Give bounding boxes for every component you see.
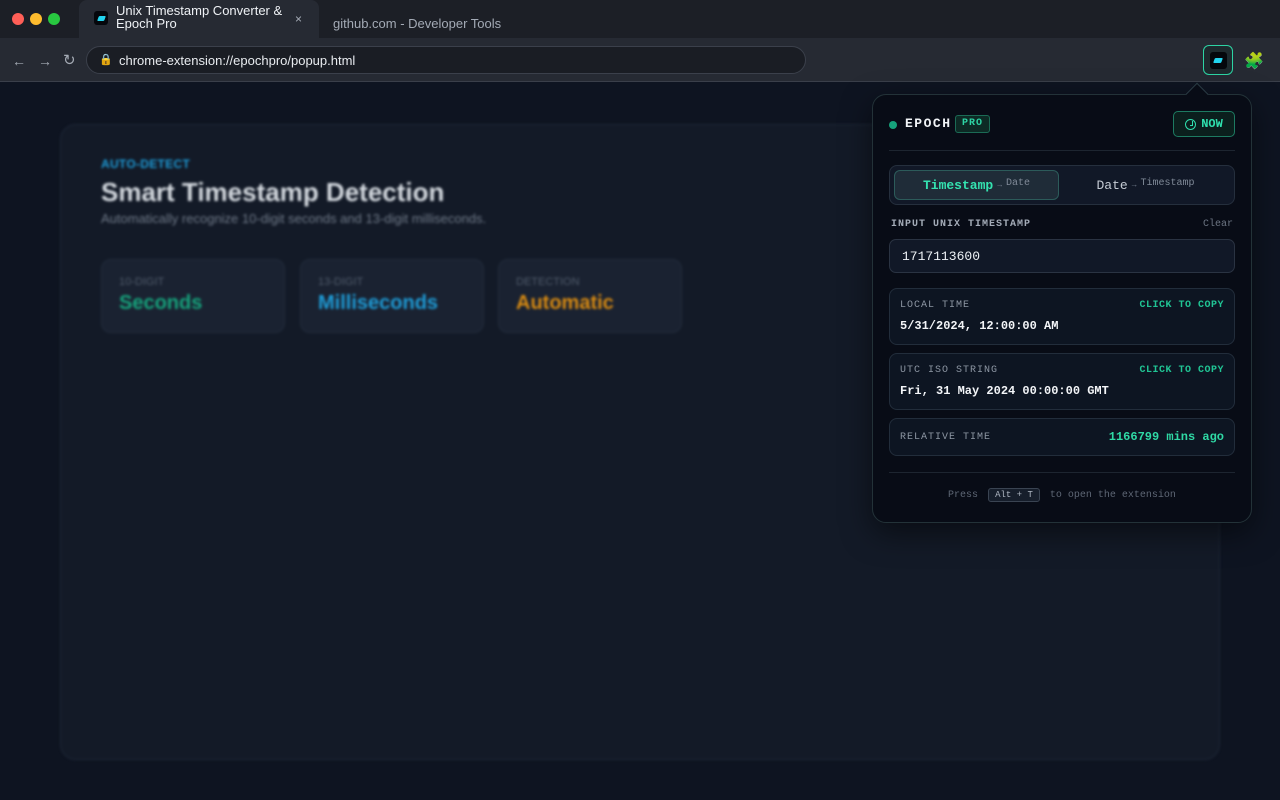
stat-label: 13-DIGIT xyxy=(318,276,364,288)
tab-close-icon[interactable]: × xyxy=(295,12,302,26)
tab-title: Unix Timestamp Converter & Epoch Pro xyxy=(116,3,283,31)
reload-icon[interactable]: ↻ xyxy=(63,51,76,69)
stat-label: DETECTION xyxy=(516,276,580,288)
copy-utc-button[interactable]: CLICK TO COPY xyxy=(1139,365,1224,376)
tab-timestamp-to-date[interactable]: Timestamp → Date xyxy=(894,170,1059,200)
shortcut-key: Alt + T xyxy=(988,488,1040,502)
forward-arrow-icon[interactable]: → xyxy=(38,53,52,69)
utc-iso-value: Fri, 31 May 2024 00:00:00 GMT xyxy=(900,384,1109,398)
stat-card-milliseconds: 13-DIGIT Milliseconds xyxy=(300,259,484,333)
input-label: INPUT UNIX TIMESTAMP xyxy=(891,219,1032,230)
browser-toolbar: ← → ↻ 🔒 chrome-extension://epochpro/popu… xyxy=(0,38,1280,82)
local-time-value: 5/31/2024, 12:00:00 AM xyxy=(900,319,1059,333)
divider xyxy=(889,150,1235,151)
stat-value: Milliseconds xyxy=(318,292,439,314)
feature-title: Smart Timestamp Detection xyxy=(101,177,445,207)
local-time-label: LOCAL TIME xyxy=(900,300,971,311)
stat-card-seconds: 10-DIGIT Seconds xyxy=(101,259,285,333)
mode-sublabel: Date xyxy=(1006,177,1031,189)
clear-button[interactable]: Clear xyxy=(1203,219,1233,230)
relative-time-label: RELATIVE TIME xyxy=(900,432,992,443)
maximize-window-button[interactable] xyxy=(48,13,60,25)
arrow-right-icon: → xyxy=(997,180,1002,190)
feature-subtitle: Automatically recognize 10-digit seconds… xyxy=(101,211,487,226)
stat-value: Automatic xyxy=(516,292,614,314)
utc-iso-card[interactable]: UTC ISO STRING CLICK TO COPY Fri, 31 May… xyxy=(889,353,1235,410)
mode-label: Timestamp xyxy=(922,177,994,193)
extension-favicon-icon xyxy=(94,11,108,25)
relative-time-value: 1166799 mins ago xyxy=(1108,430,1224,444)
stat-value: Seconds xyxy=(119,292,203,314)
tab-bar: Unix Timestamp Converter & Epoch Pro × g… xyxy=(0,0,1280,39)
mode-sublabel: Timestamp xyxy=(1140,177,1195,189)
now-button[interactable]: NOW xyxy=(1173,111,1235,137)
url-text[interactable]: chrome-extension://epochpro/popup.html xyxy=(119,53,355,68)
close-window-button[interactable] xyxy=(12,13,24,25)
timestamp-input[interactable] xyxy=(889,239,1235,273)
address-bar[interactable]: 🔒 chrome-extension://epochpro/popup.html xyxy=(86,46,806,74)
copy-local-time-button[interactable]: CLICK TO COPY xyxy=(1139,300,1224,311)
mode-toggle: Timestamp → Date Date → Timestamp xyxy=(889,165,1235,205)
stat-card-detection: DETECTION Automatic xyxy=(498,259,682,333)
mode-label: Date xyxy=(1096,177,1128,193)
clock-icon xyxy=(1185,118,1197,130)
utc-iso-label: UTC ISO STRING xyxy=(900,365,999,376)
extension-popup: EPOCH PRO NOW Timestamp → Date Date → Ti… xyxy=(872,94,1252,523)
arrow-right-icon: → xyxy=(1131,180,1137,190)
local-time-card[interactable]: LOCAL TIME CLICK TO COPY 5/31/2024, 12:0… xyxy=(889,288,1235,345)
divider xyxy=(889,472,1235,473)
epoch-extension-icon xyxy=(1209,51,1227,69)
tab-date-to-timestamp[interactable]: Date → Timestamp xyxy=(1063,170,1228,200)
tab-active[interactable]: Unix Timestamp Converter & Epoch Pro × xyxy=(79,0,319,39)
hint-suffix: to open the extension xyxy=(1049,490,1176,501)
extensions-puzzle-icon[interactable]: 🧩 xyxy=(1244,51,1264,71)
status-dot-icon xyxy=(889,121,897,129)
feature-eyebrow: AUTO-DETECT xyxy=(101,157,191,171)
now-label: NOW xyxy=(1201,117,1223,131)
lock-icon: 🔒 xyxy=(99,54,113,66)
stat-label: 10-DIGIT xyxy=(119,276,165,288)
minimize-window-button[interactable] xyxy=(30,13,42,25)
epoch-extension-button[interactable] xyxy=(1203,45,1233,75)
pro-badge: PRO xyxy=(955,115,991,133)
shortcut-hint: Press Alt + T to open the extension xyxy=(873,488,1251,502)
tab-inactive[interactable]: github.com - Developer Tools xyxy=(333,16,501,31)
back-arrow-icon[interactable]: ← xyxy=(12,53,26,69)
relative-time-card: RELATIVE TIME 1166799 mins ago xyxy=(889,418,1235,456)
hint-prefix: Press xyxy=(948,490,979,501)
brand-name: EPOCH xyxy=(905,116,952,131)
